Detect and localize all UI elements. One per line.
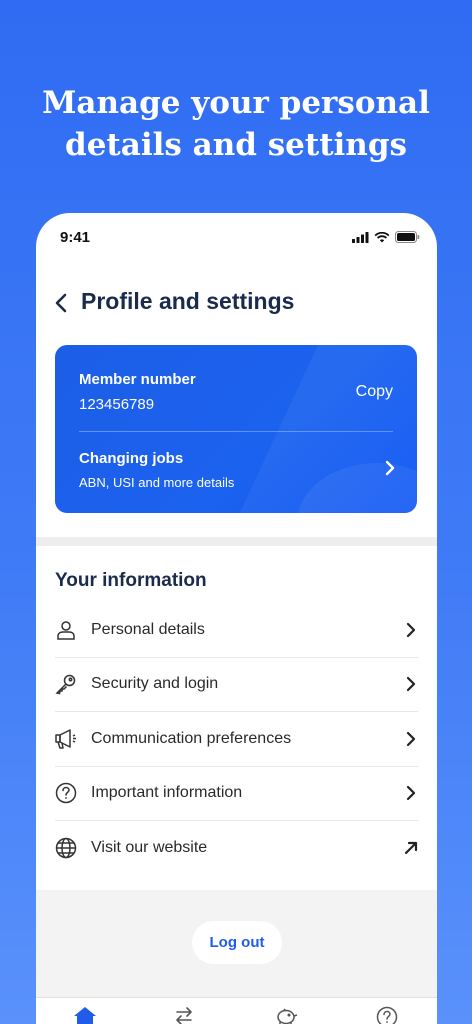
page-title: Profile and settings — [81, 288, 295, 314]
list-item-label: Communication preferences — [91, 729, 292, 747]
tab-transactions[interactable] — [169, 1006, 199, 1024]
headline-line-2: details and settings — [65, 127, 407, 163]
chevron-right-icon — [404, 784, 418, 802]
home-icon — [74, 1007, 96, 1024]
information-list: Personal details Security and login Comm… — [55, 603, 418, 876]
marketing-headline: Manage your personal details and setting… — [0, 82, 472, 166]
tab-bar — [36, 997, 437, 1024]
signal-icon — [352, 231, 369, 243]
member-number-value: 123456789 — [79, 396, 155, 413]
key-icon — [55, 673, 77, 695]
person-icon — [55, 619, 77, 641]
wifi-icon — [374, 231, 390, 242]
status-icons — [352, 231, 420, 243]
list-item-security-and-login[interactable]: Security and login — [55, 658, 418, 712]
changing-jobs-subtitle: ABN, USI and more details — [79, 475, 235, 490]
list-item-visit-our-website[interactable]: Visit our website — [55, 821, 418, 876]
list-item-label: Personal details — [91, 620, 205, 638]
chevron-left-icon — [55, 293, 67, 313]
phone-screen: 9:41 Profile and settings Member number … — [36, 213, 437, 1024]
transfer-icon — [176, 1007, 192, 1024]
nav-bar: Profile and settings — [36, 283, 437, 323]
tab-help[interactable] — [372, 1006, 402, 1024]
piggy-bank-icon — [277, 1008, 298, 1024]
battery-icon — [395, 231, 420, 243]
external-link-icon — [404, 839, 418, 857]
member-number-label: Member number — [79, 371, 196, 388]
question-circle-icon — [55, 782, 77, 804]
list-item-personal-details[interactable]: Personal details — [55, 603, 418, 658]
help-icon — [376, 1006, 398, 1024]
chevron-right-icon — [404, 730, 418, 748]
list-item-communication-preferences[interactable]: Communication preferences — [55, 712, 418, 767]
chevron-right-icon — [404, 621, 418, 639]
list-item-important-information[interactable]: Important information — [55, 767, 418, 821]
changing-jobs-button[interactable]: Changing jobs ABN, USI and more details — [55, 432, 417, 512]
logout-button[interactable]: Log out — [192, 921, 282, 964]
chevron-right-icon — [385, 460, 395, 476]
list-item-label: Important information — [91, 784, 243, 802]
status-bar: 9:41 — [36, 213, 437, 261]
changing-jobs-title: Changing jobs — [79, 450, 184, 467]
copy-button[interactable]: Copy — [356, 383, 393, 401]
list-item-label: Visit our website — [91, 839, 208, 857]
globe-icon — [55, 837, 77, 859]
headline-line-1: Manage your personal — [42, 85, 430, 121]
megaphone-icon — [55, 728, 77, 750]
back-button[interactable] — [50, 289, 72, 317]
section-divider — [36, 537, 437, 546]
tab-home[interactable] — [70, 1006, 100, 1024]
member-card: Member number 123456789 Copy Changing jo… — [55, 345, 417, 513]
chevron-right-icon — [404, 675, 418, 693]
logout-area: Log out — [36, 890, 437, 1000]
tab-super[interactable] — [271, 1006, 301, 1024]
list-item-label: Security and login — [91, 675, 219, 693]
your-information-title: Your information — [55, 570, 207, 591]
status-time: 9:41 — [60, 229, 91, 246]
